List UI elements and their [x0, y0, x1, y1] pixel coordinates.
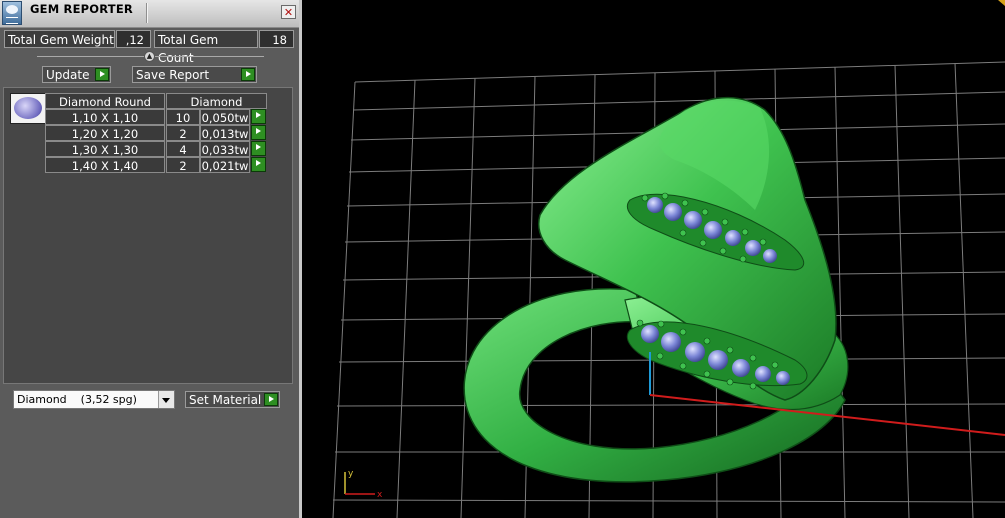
corner-marker-icon — [998, 0, 1005, 6]
chevron-down-icon[interactable] — [158, 391, 174, 408]
play-arrow-icon — [95, 68, 109, 81]
update-button-label: Update — [46, 68, 90, 82]
diamond-round-thumbnail-icon[interactable] — [10, 93, 46, 124]
window-title: GEM REPORTER — [30, 2, 133, 16]
save-report-button[interactable]: Save Report — [132, 66, 257, 83]
collapse-toggle-icon[interactable]: ▲ — [144, 51, 155, 62]
row-select-arrow-icon[interactable] — [251, 109, 266, 124]
update-button[interactable]: Update — [42, 66, 111, 83]
total-gem-count-label: Total Gem Count — [154, 30, 258, 65]
gem-reporter-app-icon — [2, 1, 22, 25]
gem-count-cell: 2 — [166, 125, 200, 141]
gem-weight-cell: 0,050tw — [200, 109, 250, 125]
gem-shape-header: Diamond Round — [45, 93, 165, 109]
gem-count-cell: 2 — [166, 157, 200, 173]
gem-size-cell: 1,40 X 1,40 — [45, 157, 165, 173]
set-material-button-label: Set Material — [189, 393, 262, 407]
total-gem-weight-value: ,12 — [116, 30, 151, 48]
set-material-button[interactable]: Set Material — [185, 391, 280, 408]
gem-size-cell: 1,20 X 1,20 — [45, 125, 165, 141]
row-select-arrow-icon[interactable] — [251, 141, 266, 156]
close-icon[interactable]: ✕ — [281, 5, 296, 19]
viewport-canvas: x y — [332, 0, 1005, 518]
gem-material-header: Diamond — [166, 93, 267, 109]
row-select-arrow-icon[interactable] — [251, 157, 266, 172]
play-arrow-icon — [264, 393, 278, 406]
gem-count-cell: 4 — [166, 141, 200, 157]
row-select-arrow-icon[interactable] — [251, 125, 266, 140]
gem-reporter-panel: GEM REPORTER ✕ Total Gem Weight ,12 Tota… — [0, 0, 302, 518]
ring-model — [463, 96, 849, 483]
gem-size-cell: 1,30 X 1,30 — [45, 141, 165, 157]
play-arrow-icon — [241, 68, 255, 81]
axis-gizmo: x y — [344, 469, 383, 500]
title-separator — [146, 3, 147, 23]
gem-size-cell: 1,10 X 1,10 — [45, 109, 165, 125]
3d-viewport[interactable]: x y — [305, 0, 1005, 518]
axis-y-label: y — [348, 469, 354, 479]
gem-weight-cell: 0,013tw — [200, 125, 250, 141]
total-gem-count-value: 18 — [259, 30, 294, 48]
axis-x-label: x — [377, 490, 383, 500]
gem-count-cell: 10 — [166, 109, 200, 125]
title-bar: GEM REPORTER ✕ — [0, 0, 299, 28]
material-select-value: Diamond (3,52 spg) — [17, 393, 137, 406]
material-select[interactable]: Diamond (3,52 spg) — [13, 390, 175, 409]
gem-weight-cell: 0,033tw — [200, 141, 250, 157]
save-report-button-label: Save Report — [136, 68, 210, 82]
total-gem-weight-label: Total Gem Weight — [4, 30, 115, 48]
gem-weight-cell: 0,021tw — [200, 157, 250, 173]
